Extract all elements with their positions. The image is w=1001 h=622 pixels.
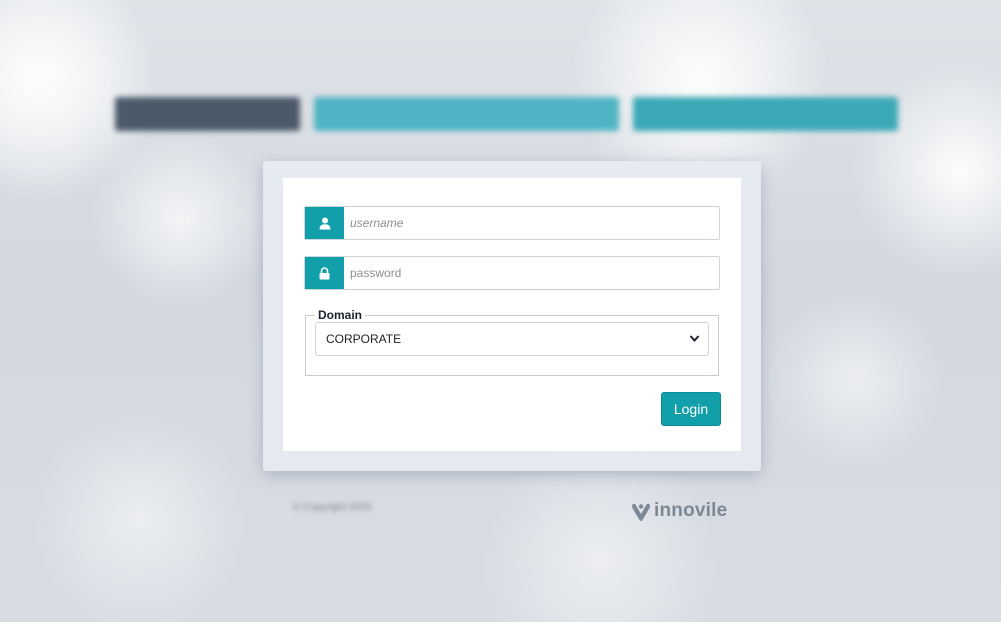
domain-select[interactable]: CORPORATE — [315, 322, 709, 356]
password-input-group — [304, 256, 720, 290]
login-panel: Domain CORPORATE Login — [263, 161, 761, 471]
username-input-group — [304, 206, 720, 240]
password-input[interactable] — [344, 257, 719, 289]
chevron-down-icon — [689, 335, 700, 343]
user-icon — [319, 217, 330, 229]
copyright-text-blurred: © Copyright 2023 — [293, 502, 371, 513]
logo-text: innovile — [654, 500, 728, 521]
domain-legend: Domain — [318, 308, 363, 322]
innovile-logo: innovile — [631, 499, 727, 523]
login-card: Domain CORPORATE Login — [283, 178, 741, 451]
username-addon — [305, 207, 344, 239]
login-button[interactable]: Login — [661, 392, 721, 426]
domain-selected-value: CORPORATE — [326, 332, 402, 346]
innovile-logo-icon — [632, 503, 650, 521]
lock-icon — [319, 266, 330, 279]
brand-logo-blurred — [115, 97, 300, 131]
brand-subtitle-blurred — [633, 97, 898, 131]
password-addon — [305, 257, 344, 289]
domain-fieldset: Domain CORPORATE — [305, 308, 719, 376]
username-input[interactable] — [344, 207, 719, 239]
brand-title-blurred — [314, 97, 619, 131]
brand-banner-redacted — [115, 92, 908, 136]
